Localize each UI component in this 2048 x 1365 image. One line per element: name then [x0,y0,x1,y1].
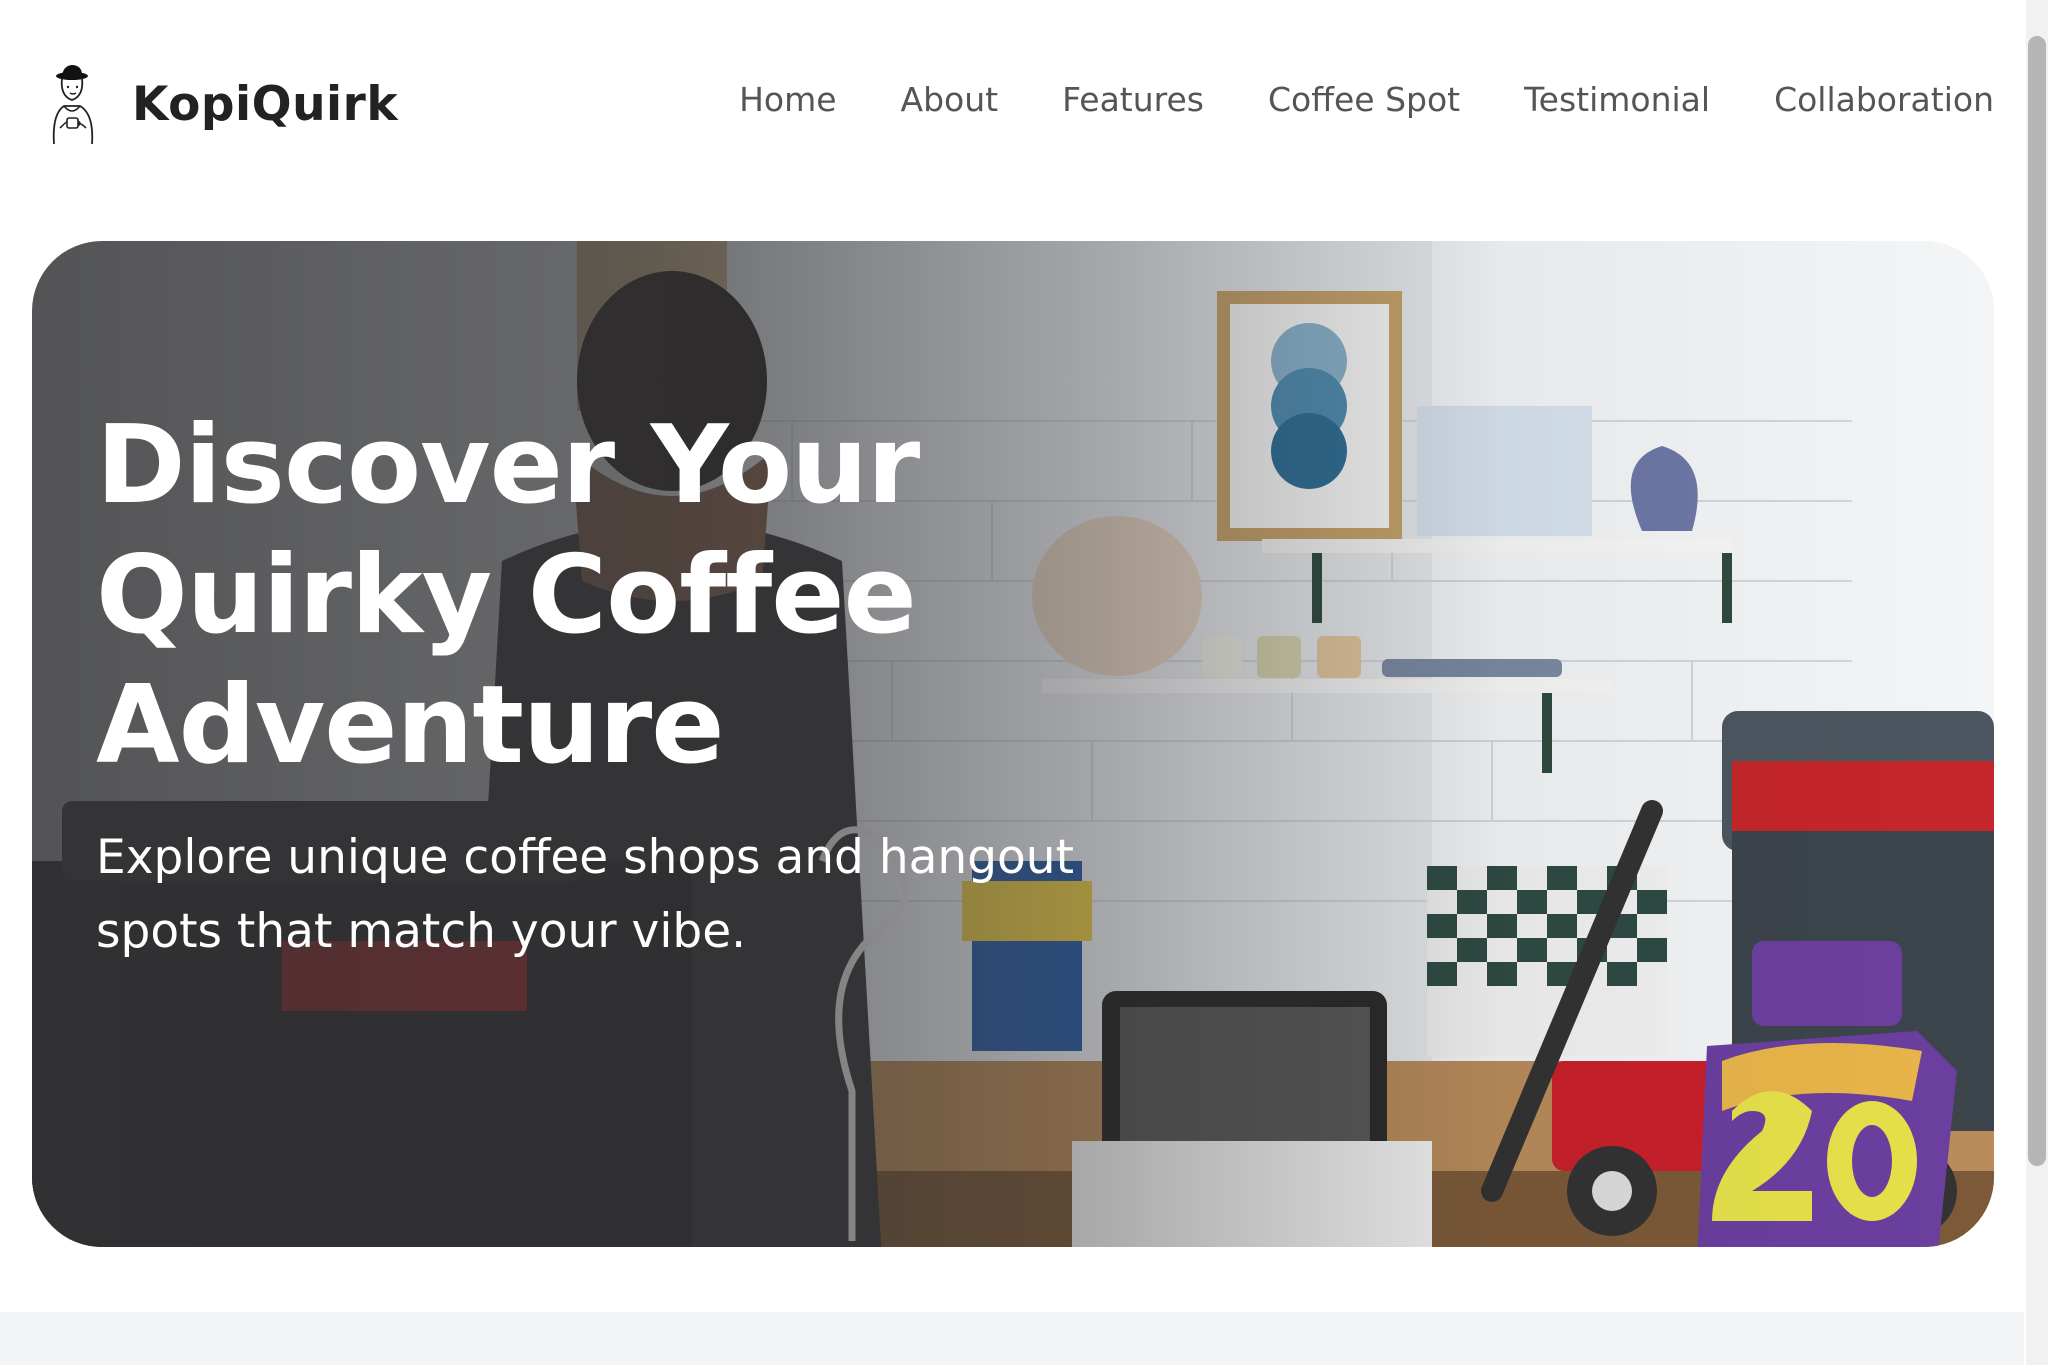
scrollbar-thumb[interactable] [2028,36,2046,1166]
nav-item-coffee-spot[interactable]: Coffee Spot [1268,80,1460,119]
hero-banner: Discover Your Quirky Coffee Adventure Ex… [32,241,1994,1247]
nav-item-home[interactable]: Home [739,80,836,119]
hero-title: Discover Your Quirky Coffee Adventure [96,403,920,788]
hero-subtitle: Explore unique coffee shops and hangout … [96,830,1075,959]
next-section-band [0,1312,2024,1365]
nav-item-collaboration[interactable]: Collaboration [1774,80,1994,119]
page: KopiQuirk Home About Features Coffee Spo… [0,0,2048,1365]
barista-illustration-icon [52,65,94,145]
nav-item-features[interactable]: Features [1062,80,1204,119]
brand-name: KopiQuirk [132,76,399,132]
brand-logo-link[interactable]: KopiQuirk [40,62,398,146]
main-nav: Home About Features Coffee Spot Testimon… [739,80,1994,119]
vertical-scrollbar[interactable] [2026,0,2048,1365]
nav-item-about[interactable]: About [901,80,999,119]
nav-item-testimonial[interactable]: Testimonial [1524,80,1710,119]
site-header: KopiQuirk Home About Features Coffee Spo… [0,0,2024,210]
